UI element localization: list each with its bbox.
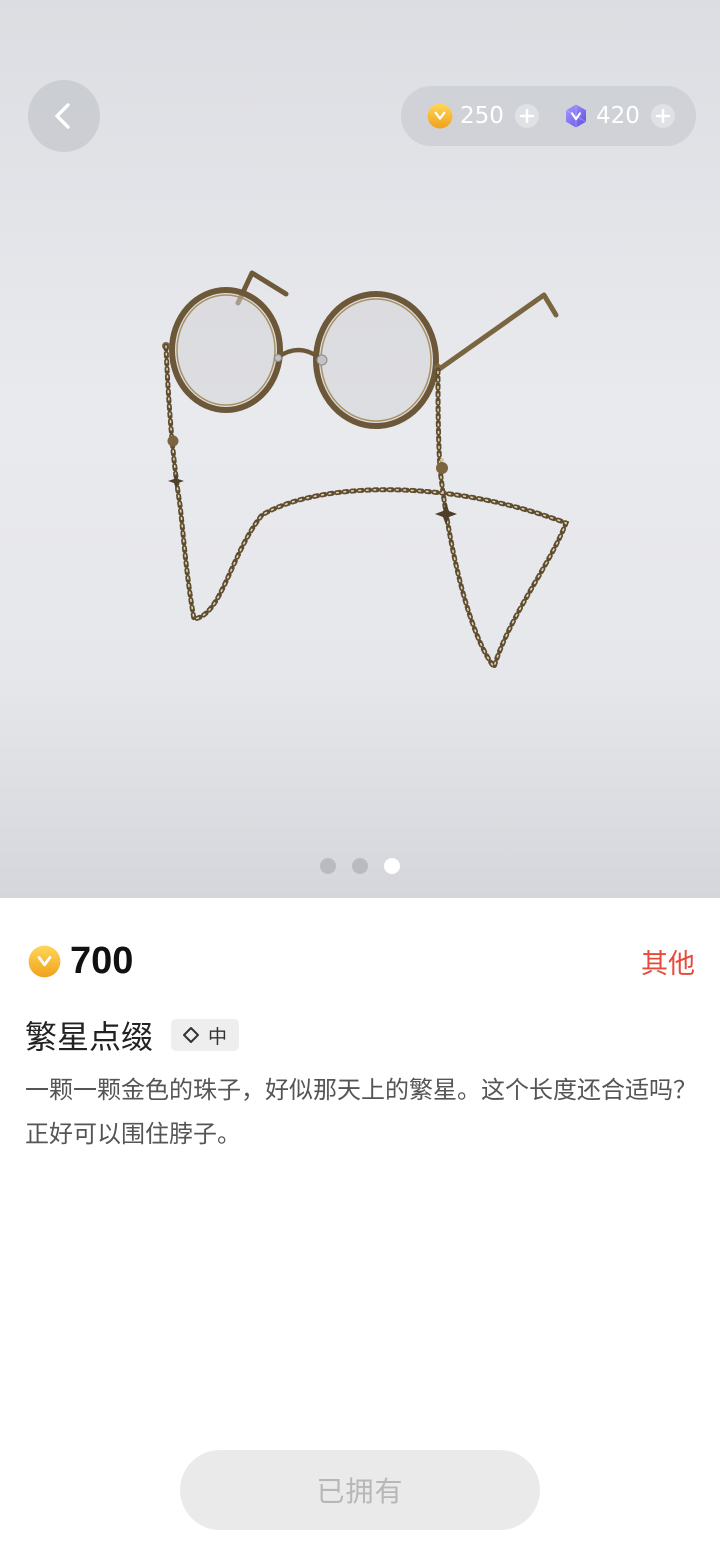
product-preview: 250 420 xyxy=(0,0,720,898)
carousel-indicator xyxy=(0,858,720,874)
chevron-left-icon xyxy=(55,103,70,129)
item-name: 繁星点缀 xyxy=(25,1018,154,1056)
item-description: 一颗一颗金色的珠子，好似那天上的繁星。这个长度还合适吗？正好可以围住脖子。 xyxy=(25,1076,697,1148)
carousel-dot[interactable] xyxy=(320,858,336,874)
gem-balance-value: 420 xyxy=(596,103,640,129)
coin-balance: 250 xyxy=(427,86,540,146)
owned-button[interactable]: 已拥有 xyxy=(180,1450,540,1530)
price-value: 700 xyxy=(70,939,134,982)
wallet-pill: 250 420 xyxy=(401,86,696,146)
carousel-dot[interactable] xyxy=(352,858,368,874)
coin-balance-value: 250 xyxy=(460,103,504,129)
diamond-outline-icon xyxy=(183,1027,200,1043)
rarity-label: 中 xyxy=(208,1025,228,1048)
rarity-badge: 中 xyxy=(171,1019,240,1051)
purple-gem-icon xyxy=(565,104,587,128)
gem-balance: 420 xyxy=(563,86,676,146)
gold-coin-icon xyxy=(427,103,453,129)
gold-coin-icon xyxy=(28,945,61,977)
category-label: 其他 xyxy=(641,949,695,980)
add-coins-button[interactable] xyxy=(514,103,540,129)
glasses-chain-image xyxy=(162,270,570,673)
carousel-dot-active[interactable] xyxy=(384,858,400,874)
price: 700 xyxy=(28,935,133,987)
back-button[interactable] xyxy=(28,80,100,152)
item-title-row: 繁星点缀 中 xyxy=(25,1013,240,1057)
add-gems-button[interactable] xyxy=(650,103,676,129)
